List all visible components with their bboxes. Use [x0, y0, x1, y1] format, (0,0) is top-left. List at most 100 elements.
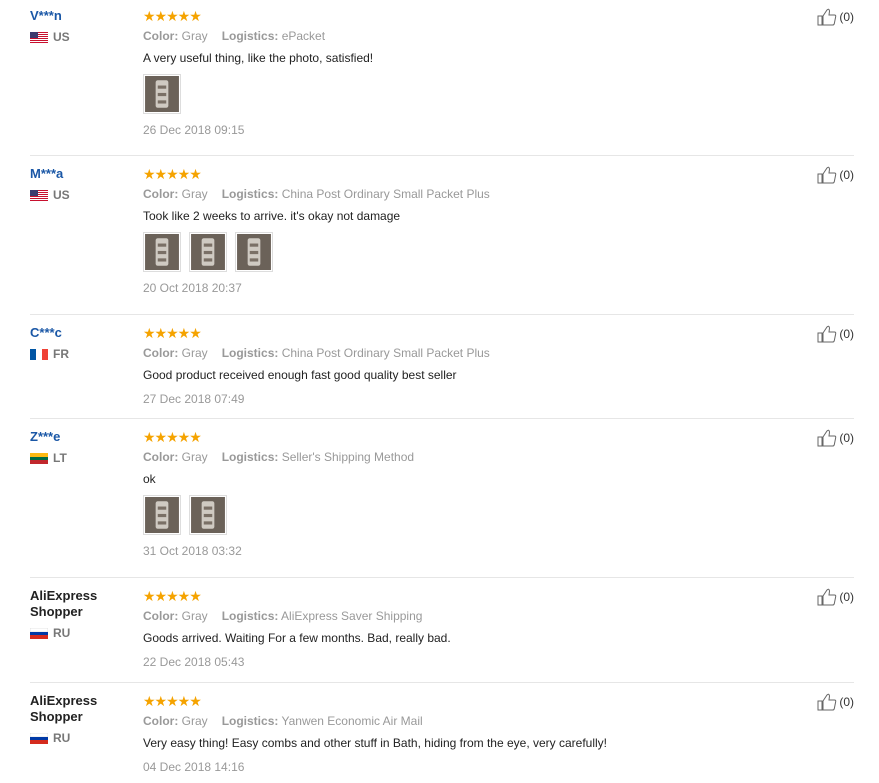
review-attributes: Color: Gray Logistics: China Post Ordinar… — [143, 345, 743, 361]
review-attributes: Color: Gray Logistics: Seller's Shipping … — [143, 449, 743, 465]
review-photo-thumbnail[interactable] — [235, 232, 273, 272]
color-label: Color: — [143, 450, 179, 464]
color-label: Color: — [143, 714, 179, 728]
review-text: A very useful thing, like the photo, sat… — [143, 51, 374, 65]
country-code: US — [53, 188, 70, 202]
logistics-label: Logistics: — [221, 609, 279, 623]
helpful-count: (0) — [839, 431, 854, 445]
review-photo-thumbnail[interactable] — [189, 232, 227, 272]
review-content: ★★★★★ Color: Gray Logistics: ePacket A very… — [143, 8, 743, 138]
thumbs-up-icon — [817, 693, 839, 711]
star-rating: ★★★★★ — [143, 325, 202, 341]
review-content: ★★★★★ Color: Gray Logistics: Seller's Ship… — [143, 429, 743, 559]
review-text: Took like 2 weeks to arrive. it's okay n… — [143, 209, 401, 223]
reviewer-info: C***c FR — [30, 325, 130, 361]
thumbs-up-icon — [817, 8, 839, 26]
review-photo-thumbnail[interactable] — [143, 232, 181, 272]
review-photos — [143, 74, 743, 114]
country-code: RU — [53, 731, 71, 745]
color-value: Gray — [181, 450, 208, 464]
helpful-count: (0) — [839, 168, 854, 182]
review-date: 31 Oct 2018 03:32 — [143, 544, 242, 558]
reviewer-name: C***c — [30, 325, 62, 340]
logistics-label: Logistics: — [221, 450, 279, 464]
helpful-button[interactable]: (0) — [817, 693, 854, 711]
review-text: Goods arrived. Waiting For a few months.… — [143, 631, 451, 645]
ru-flag-icon — [30, 732, 48, 744]
logistics-label: Logistics: — [221, 29, 279, 43]
review-item: V***n US ★★★★★ Color: Gray Logistics: ePacke… — [30, 0, 854, 156]
helpful-button[interactable]: (0) — [817, 166, 854, 184]
review-attributes: Color: Gray Logistics: China Post Ordinar… — [143, 186, 743, 202]
color-value: Gray — [181, 187, 208, 201]
star-rating: ★★★★★ — [143, 166, 202, 182]
us-flag-icon — [30, 189, 48, 201]
review-date: 22 Dec 2018 05:43 — [143, 655, 245, 669]
review-attributes: Color: Gray Logistics: ePacket — [143, 28, 743, 44]
logistics-value: AliExpress Saver Shipping — [281, 609, 423, 623]
us-flag-icon — [30, 31, 48, 43]
review-date: 26 Dec 2018 09:15 — [143, 123, 245, 137]
helpful-button[interactable]: (0) — [817, 8, 854, 26]
fr-flag-icon — [30, 348, 48, 360]
reviewer-country: LT — [30, 451, 130, 465]
logistics-value: Yanwen Economic Air Mail — [281, 714, 423, 728]
star-rating: ★★★★★ — [143, 588, 202, 604]
review-date: 04 Dec 2018 14:16 — [143, 760, 245, 774]
review-content: ★★★★★ Color: Gray Logistics: China Post Or… — [143, 325, 743, 407]
review-attributes: Color: Gray Logistics: AliExpress Saver S… — [143, 608, 743, 624]
star-rating: ★★★★★ — [143, 8, 202, 24]
reviewer-info: AliExpress Shopper RU — [30, 588, 130, 640]
color-value: Gray — [181, 609, 208, 623]
logistics-label: Logistics: — [221, 714, 279, 728]
review-photo-thumbnail[interactable] — [143, 74, 181, 114]
review-item: AliExpress Shopper RU ★★★★★ Color: Gray Logi… — [30, 580, 854, 683]
star-rating: ★★★★★ — [143, 429, 202, 445]
logistics-label: Logistics: — [221, 187, 279, 201]
helpful-count: (0) — [839, 695, 854, 709]
review-photo-thumbnail[interactable] — [143, 495, 181, 535]
color-label: Color: — [143, 346, 179, 360]
review-date: 27 Dec 2018 07:49 — [143, 392, 245, 406]
color-label: Color: — [143, 609, 179, 623]
color-value: Gray — [181, 29, 208, 43]
reviewer-country: RU — [30, 626, 130, 640]
color-label: Color: — [143, 29, 179, 43]
review-attributes: Color: Gray Logistics: Yanwen Economic Ai… — [143, 713, 743, 729]
country-code: LT — [53, 451, 67, 465]
lt-flag-icon — [30, 452, 48, 464]
color-value: Gray — [181, 714, 208, 728]
reviewer-info: M***a US — [30, 166, 130, 202]
reviewer-info: V***n US — [30, 8, 130, 44]
reviewer-name: V***n — [30, 8, 62, 23]
helpful-count: (0) — [839, 327, 854, 341]
thumbs-up-icon — [817, 166, 839, 184]
review-content: ★★★★★ Color: Gray Logistics: Yanwen Econom… — [143, 693, 743, 775]
reviewer-name: M***a — [30, 166, 64, 181]
country-code: FR — [53, 347, 69, 361]
reviewer-name: Z***e — [30, 429, 61, 444]
logistics-label: Logistics: — [221, 346, 279, 360]
helpful-button[interactable]: (0) — [817, 429, 854, 447]
star-rating: ★★★★★ — [143, 693, 202, 709]
color-label: Color: — [143, 187, 179, 201]
thumbs-up-icon — [817, 588, 839, 606]
review-photos — [143, 232, 743, 272]
review-text: Good product received enough fast good q… — [143, 368, 457, 382]
review-text: ok — [143, 472, 156, 486]
reviewer-info: AliExpress Shopper RU — [30, 693, 130, 745]
review-photo-thumbnail[interactable] — [189, 495, 227, 535]
reviewer-country: US — [30, 188, 130, 202]
review-item: AliExpress Shopper RU ★★★★★ Color: Gray Logi… — [30, 685, 854, 783]
reviewer-name: AliExpress Shopper — [30, 693, 98, 724]
review-content: ★★★★★ Color: Gray Logistics: AliExpress Sa… — [143, 588, 743, 670]
thumbs-up-icon — [817, 429, 839, 447]
reviewer-info: Z***e LT — [30, 429, 130, 465]
review-item: C***c FR ★★★★★ Color: Gray Logistics: China … — [30, 317, 854, 419]
reviewer-name: AliExpress Shopper — [30, 588, 98, 619]
helpful-button[interactable]: (0) — [817, 588, 854, 606]
helpful-count: (0) — [839, 590, 854, 604]
review-date: 20 Oct 2018 20:37 — [143, 281, 242, 295]
review-item: Z***e LT ★★★★★ Color: Gray Logistics: Seller… — [30, 421, 854, 578]
helpful-button[interactable]: (0) — [817, 325, 854, 343]
